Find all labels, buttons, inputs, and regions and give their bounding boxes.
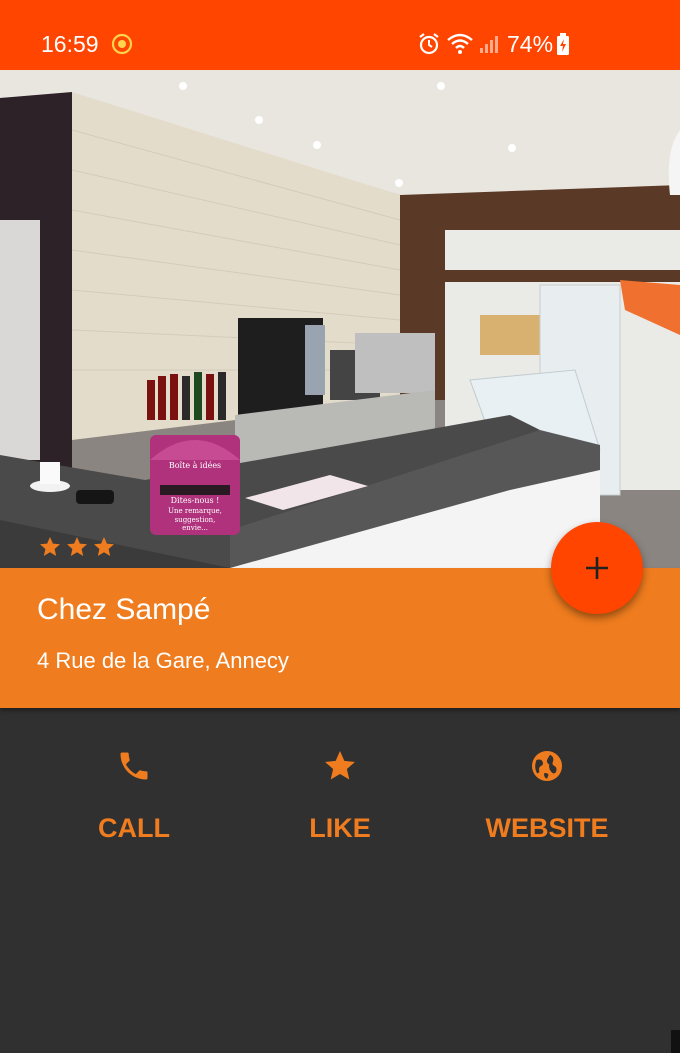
star-icon bbox=[94, 537, 114, 556]
app-notification-icon bbox=[111, 33, 133, 55]
star-icon bbox=[67, 537, 87, 556]
sign-line-2: Dites-nous ! bbox=[171, 496, 220, 505]
like-button[interactable]: LIKE bbox=[240, 748, 440, 844]
screen-edge-artifact bbox=[671, 1030, 680, 1053]
plus-icon bbox=[586, 557, 608, 579]
like-label: LIKE bbox=[309, 813, 371, 843]
rating-stars bbox=[38, 535, 116, 559]
battery-icon bbox=[557, 33, 569, 55]
sign-line-4: suggestion, bbox=[175, 516, 216, 524]
suggestion-box-sign: Boîte à idées Dites-nous ! Une remarque,… bbox=[150, 435, 240, 535]
alarm-icon bbox=[419, 33, 439, 55]
wifi-icon bbox=[447, 33, 473, 54]
website-label: WEBSITE bbox=[485, 813, 609, 843]
status-bar: 16:59 74% bbox=[0, 0, 680, 70]
signal-icon bbox=[480, 36, 498, 53]
action-bar: CALL LIKE WEBSITE bbox=[0, 708, 680, 1053]
status-time: 16:59 bbox=[41, 31, 99, 57]
call-label: CALL bbox=[98, 813, 170, 843]
website-button[interactable]: WEBSITE bbox=[447, 748, 647, 844]
sign-line-3: Une remarque, bbox=[168, 507, 222, 515]
restaurant-photo: Boîte à idées Dites-nous ! Une remarque,… bbox=[0, 70, 680, 568]
place-address: 4 Rue de la Gare, Annecy bbox=[37, 648, 289, 673]
star-icon bbox=[40, 537, 60, 556]
battery-percent: 74% bbox=[507, 31, 554, 57]
add-button[interactable] bbox=[551, 522, 643, 614]
call-button[interactable]: CALL bbox=[34, 748, 234, 844]
place-name: Chez Sampé bbox=[37, 593, 211, 626]
sign-line-5: envie... bbox=[182, 524, 208, 532]
sign-line-1: Boîte à idées bbox=[169, 461, 221, 470]
globe-icon bbox=[532, 751, 562, 781]
phone-icon bbox=[120, 752, 148, 780]
star-icon bbox=[325, 751, 355, 780]
